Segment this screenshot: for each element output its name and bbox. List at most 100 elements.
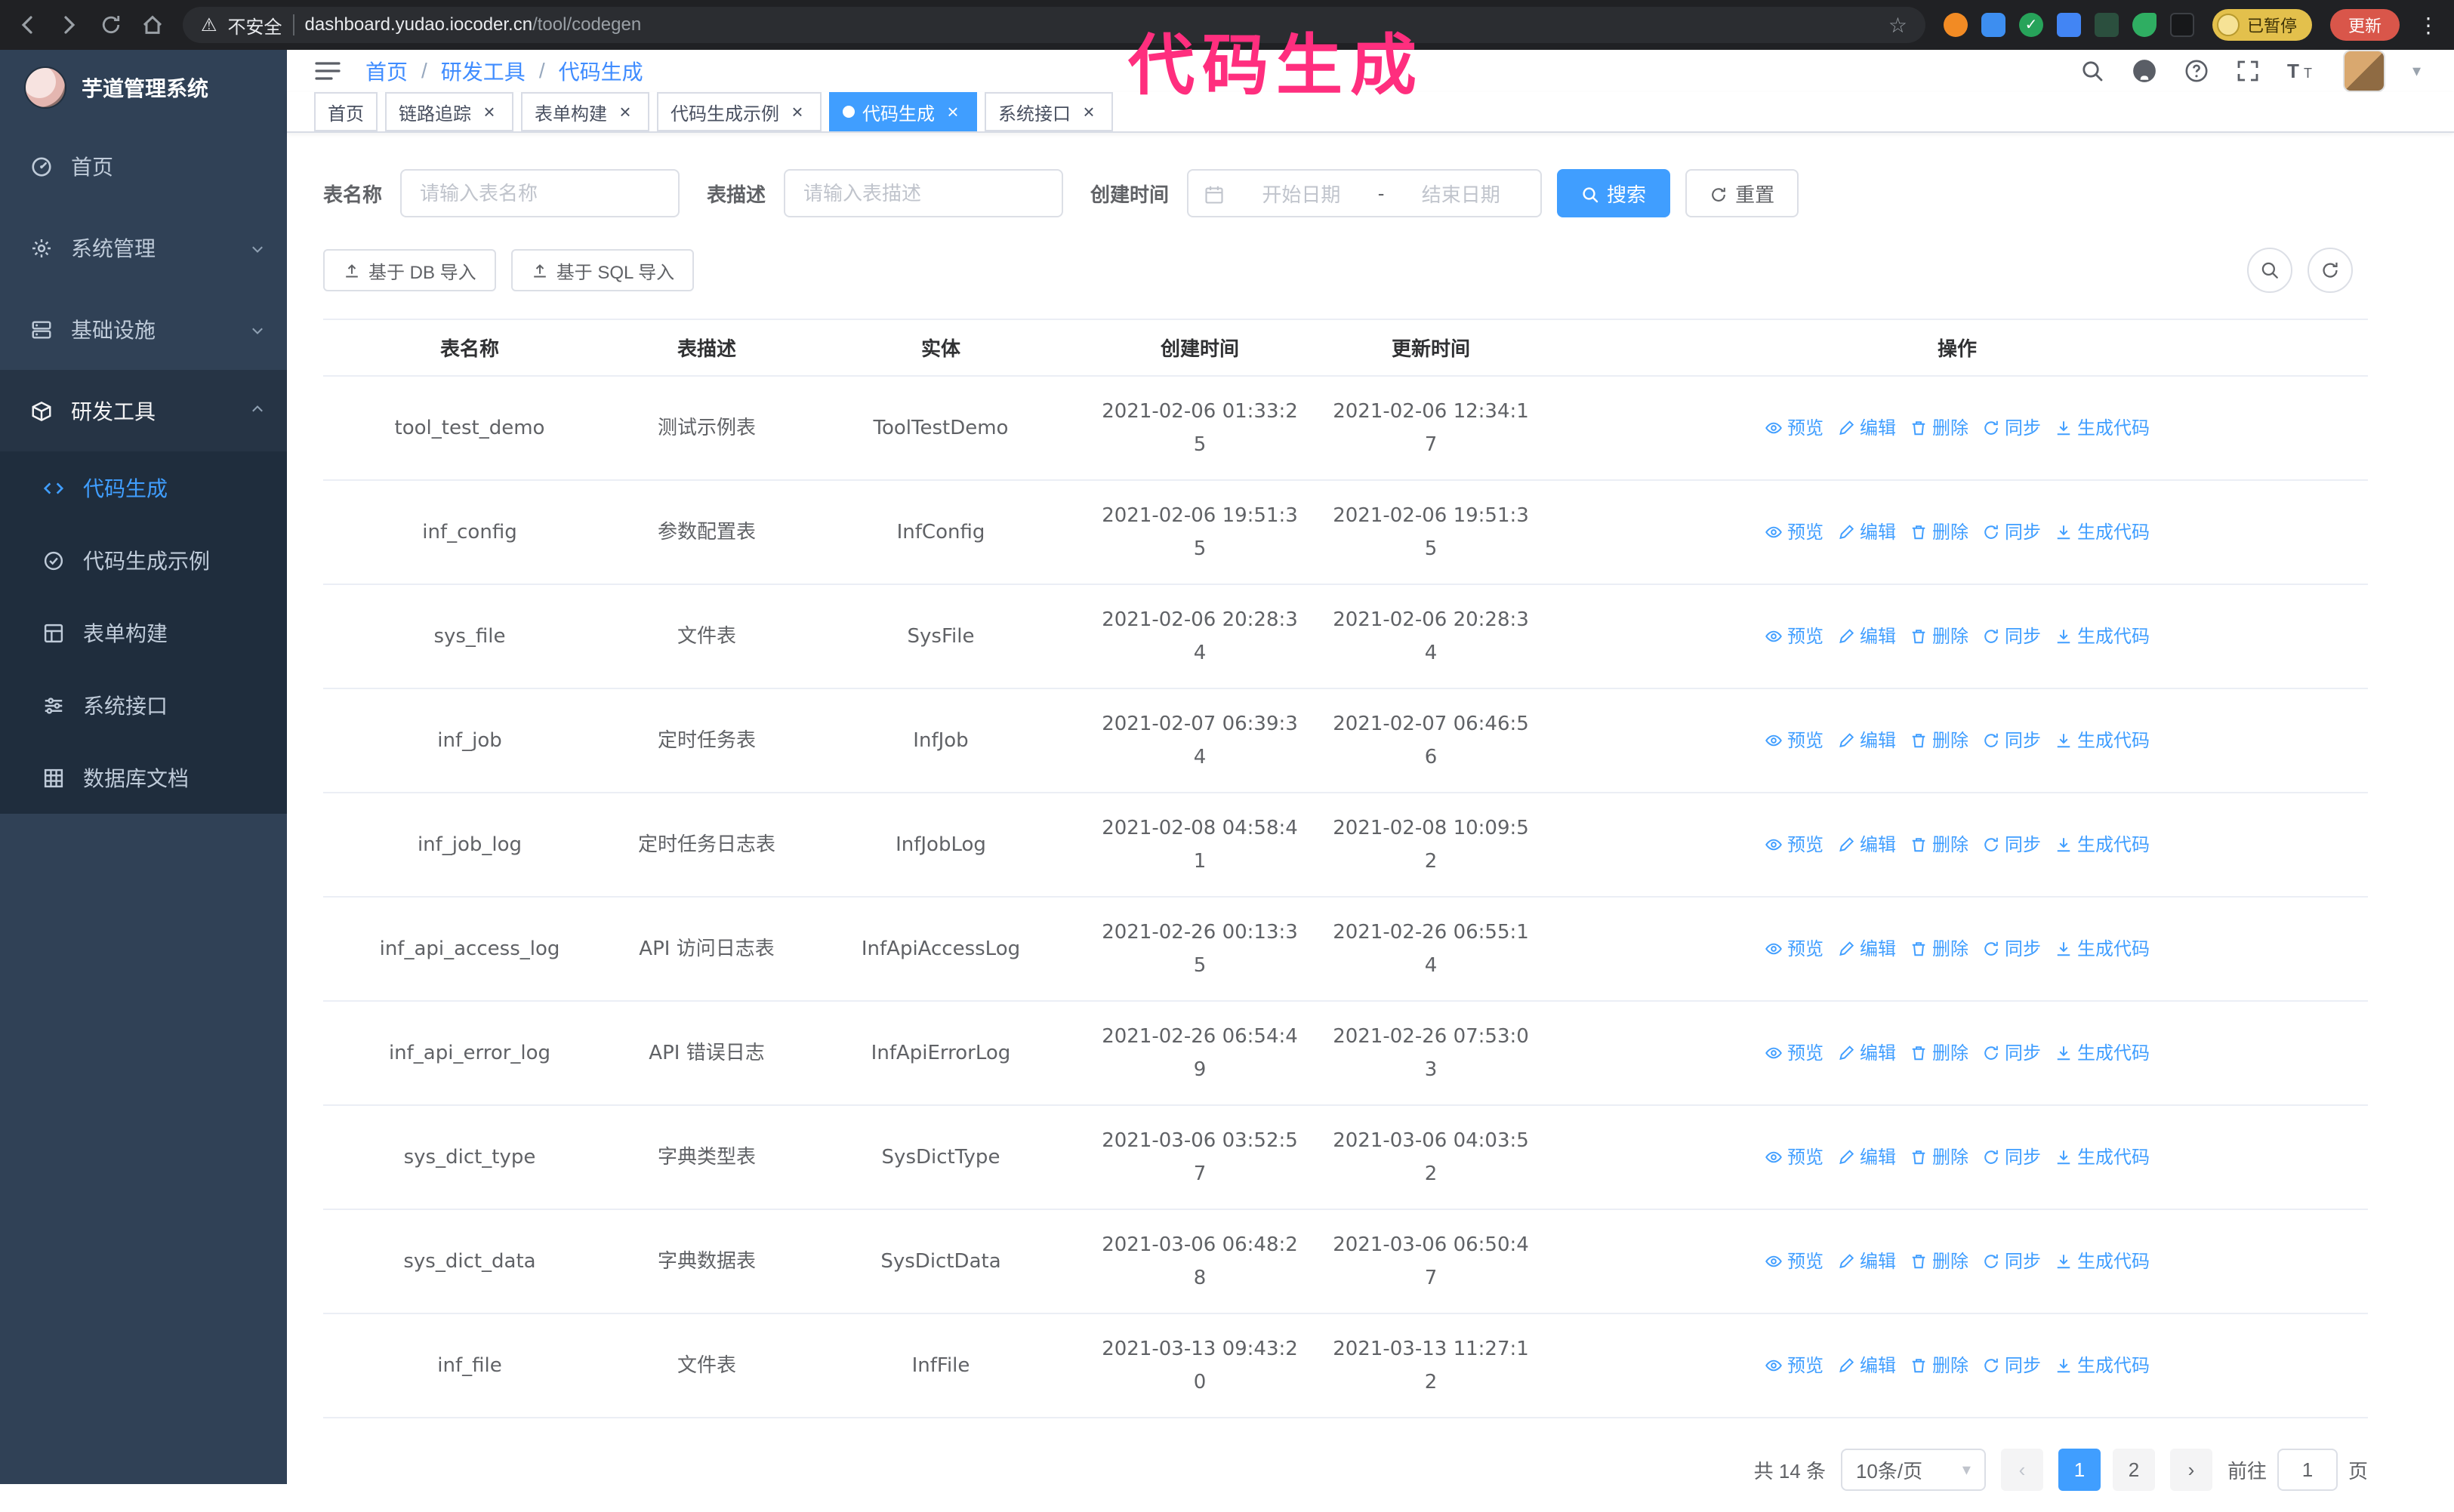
avatar-caret-icon[interactable]: ▾	[2412, 63, 2421, 79]
address-bar[interactable]: ⚠ 不安全 dashboard.yudao.iocoder.cn/tool/co…	[183, 7, 1925, 43]
close-tab-icon[interactable]: ×	[615, 101, 636, 122]
row-action-edit[interactable]: 编辑	[1837, 1349, 1896, 1382]
home-icon[interactable]	[140, 13, 165, 37]
github-icon[interactable]	[2132, 58, 2157, 84]
row-action-preview[interactable]: 预览	[1765, 724, 1824, 757]
sidebar-item-devtools[interactable]: 研发工具	[0, 370, 287, 451]
search-button[interactable]: 搜索	[1557, 169, 1671, 217]
row-action-delete[interactable]: 删除	[1910, 1036, 1968, 1070]
row-action-delete[interactable]: 删除	[1910, 724, 1968, 757]
browser-extension-icon[interactable]	[2132, 13, 2156, 37]
row-action-generate-code[interactable]: 生成代码	[2055, 620, 2150, 653]
row-action-delete[interactable]: 删除	[1910, 1141, 1968, 1174]
row-action-generate-code[interactable]: 生成代码	[2055, 932, 2150, 965]
close-tab-icon[interactable]: ×	[787, 101, 808, 122]
forward-icon[interactable]	[57, 13, 82, 37]
search-toggle-button[interactable]	[2247, 248, 2292, 293]
tab-form-build[interactable]: 表单构建 ×	[521, 92, 649, 131]
row-action-sync[interactable]: 同步	[1982, 1036, 2041, 1070]
row-action-sync[interactable]: 同步	[1982, 411, 2041, 445]
tab-api[interactable]: 系统接口 ×	[985, 92, 1113, 131]
row-action-edit[interactable]: 编辑	[1837, 828, 1896, 861]
row-action-preview[interactable]: 预览	[1765, 1245, 1824, 1278]
close-tab-icon[interactable]: ×	[479, 101, 500, 122]
next-page-button[interactable]: ›	[2169, 1449, 2212, 1491]
close-tab-icon[interactable]: ×	[942, 101, 963, 122]
logo[interactable]: 芋道管理系统	[0, 50, 287, 125]
row-action-delete[interactable]: 删除	[1910, 516, 1968, 549]
row-action-preview[interactable]: 预览	[1765, 620, 1824, 653]
sidebar-item-api[interactable]: 系统接口	[0, 669, 287, 741]
row-action-generate-code[interactable]: 生成代码	[2055, 1349, 2150, 1382]
row-action-delete[interactable]: 删除	[1910, 411, 1968, 445]
import-sql-button[interactable]: 基于 SQL 导入	[510, 249, 695, 291]
reset-button[interactable]: 重置	[1685, 169, 1799, 217]
row-action-preview[interactable]: 预览	[1765, 828, 1824, 861]
row-action-edit[interactable]: 编辑	[1837, 724, 1896, 757]
row-action-preview[interactable]: 预览	[1765, 1349, 1824, 1382]
sidebar-item-db-doc[interactable]: 数据库文档	[0, 741, 287, 814]
page-button-1[interactable]: 1	[2058, 1449, 2101, 1491]
font-size-icon[interactable]: TT	[2287, 59, 2316, 83]
paused-badge[interactable]: 已暂停	[2212, 9, 2312, 41]
hamburger-icon[interactable]	[314, 59, 341, 83]
import-db-button[interactable]: 基于 DB 导入	[323, 249, 496, 291]
row-action-generate-code[interactable]: 生成代码	[2055, 411, 2150, 445]
page-size-select[interactable]: 10条/页 ▾	[1840, 1449, 1986, 1491]
breadcrumb-devtools[interactable]: 研发工具	[441, 56, 526, 86]
date-range-picker[interactable]: 开始日期 - 结束日期	[1187, 169, 1543, 217]
row-action-generate-code[interactable]: 生成代码	[2055, 516, 2150, 549]
tab-home[interactable]: 首页	[314, 92, 378, 131]
row-action-edit[interactable]: 编辑	[1837, 932, 1896, 965]
sidebar-item-home[interactable]: 首页	[0, 125, 287, 207]
row-action-preview[interactable]: 预览	[1765, 516, 1824, 549]
table-name-input[interactable]	[400, 169, 680, 217]
row-action-delete[interactable]: 删除	[1910, 1245, 1968, 1278]
row-action-generate-code[interactable]: 生成代码	[2055, 1036, 2150, 1070]
fullscreen-icon[interactable]	[2236, 59, 2260, 83]
browser-extension-icon[interactable]	[1943, 13, 1968, 37]
sidebar-item-codegen-example[interactable]: 代码生成示例	[0, 524, 287, 596]
sidebar-item-codegen[interactable]: 代码生成	[0, 451, 287, 524]
tab-codegen[interactable]: 代码生成 ×	[829, 92, 977, 131]
sidebar-item-system[interactable]: 系统管理	[0, 207, 287, 288]
sidebar-item-form-build[interactable]: 表单构建	[0, 596, 287, 669]
tab-tracer[interactable]: 链路追踪 ×	[385, 92, 513, 131]
row-action-sync[interactable]: 同步	[1982, 828, 2041, 861]
help-icon[interactable]	[2184, 59, 2209, 83]
row-action-edit[interactable]: 编辑	[1837, 411, 1896, 445]
back-icon[interactable]	[15, 13, 39, 37]
breadcrumb-home[interactable]: 首页	[365, 56, 408, 86]
browser-extension-icon[interactable]	[2169, 13, 2194, 37]
prev-page-button[interactable]: ‹	[2000, 1449, 2043, 1491]
row-action-sync[interactable]: 同步	[1982, 724, 2041, 757]
table-desc-input[interactable]	[784, 169, 1064, 217]
sidebar-item-infra[interactable]: 基础设施	[0, 288, 287, 370]
row-action-edit[interactable]: 编辑	[1837, 1036, 1896, 1070]
row-action-delete[interactable]: 删除	[1910, 1349, 1968, 1382]
row-action-sync[interactable]: 同步	[1982, 1141, 2041, 1174]
refresh-button[interactable]	[2308, 248, 2353, 293]
browser-extension-icon[interactable]	[1981, 13, 2005, 37]
row-action-edit[interactable]: 编辑	[1837, 1245, 1896, 1278]
close-tab-icon[interactable]: ×	[1078, 101, 1099, 122]
reload-icon[interactable]	[100, 14, 122, 36]
row-action-delete[interactable]: 删除	[1910, 620, 1968, 653]
row-action-edit[interactable]: 编辑	[1837, 1141, 1896, 1174]
row-action-sync[interactable]: 同步	[1982, 1349, 2041, 1382]
user-avatar[interactable]	[2342, 50, 2385, 92]
row-action-edit[interactable]: 编辑	[1837, 516, 1896, 549]
row-action-generate-code[interactable]: 生成代码	[2055, 828, 2150, 861]
row-action-delete[interactable]: 删除	[1910, 932, 1968, 965]
row-action-sync[interactable]: 同步	[1982, 620, 2041, 653]
row-action-sync[interactable]: 同步	[1982, 516, 2041, 549]
row-action-generate-code[interactable]: 生成代码	[2055, 1245, 2150, 1278]
kebab-menu-icon[interactable]: ⋮	[2418, 13, 2439, 38]
browser-extension-icon[interactable]	[2094, 13, 2119, 37]
row-action-preview[interactable]: 预览	[1765, 1036, 1824, 1070]
row-action-delete[interactable]: 删除	[1910, 828, 1968, 861]
row-action-sync[interactable]: 同步	[1982, 932, 2041, 965]
row-action-preview[interactable]: 预览	[1765, 411, 1824, 445]
row-action-preview[interactable]: 预览	[1765, 932, 1824, 965]
row-action-preview[interactable]: 预览	[1765, 1141, 1824, 1174]
